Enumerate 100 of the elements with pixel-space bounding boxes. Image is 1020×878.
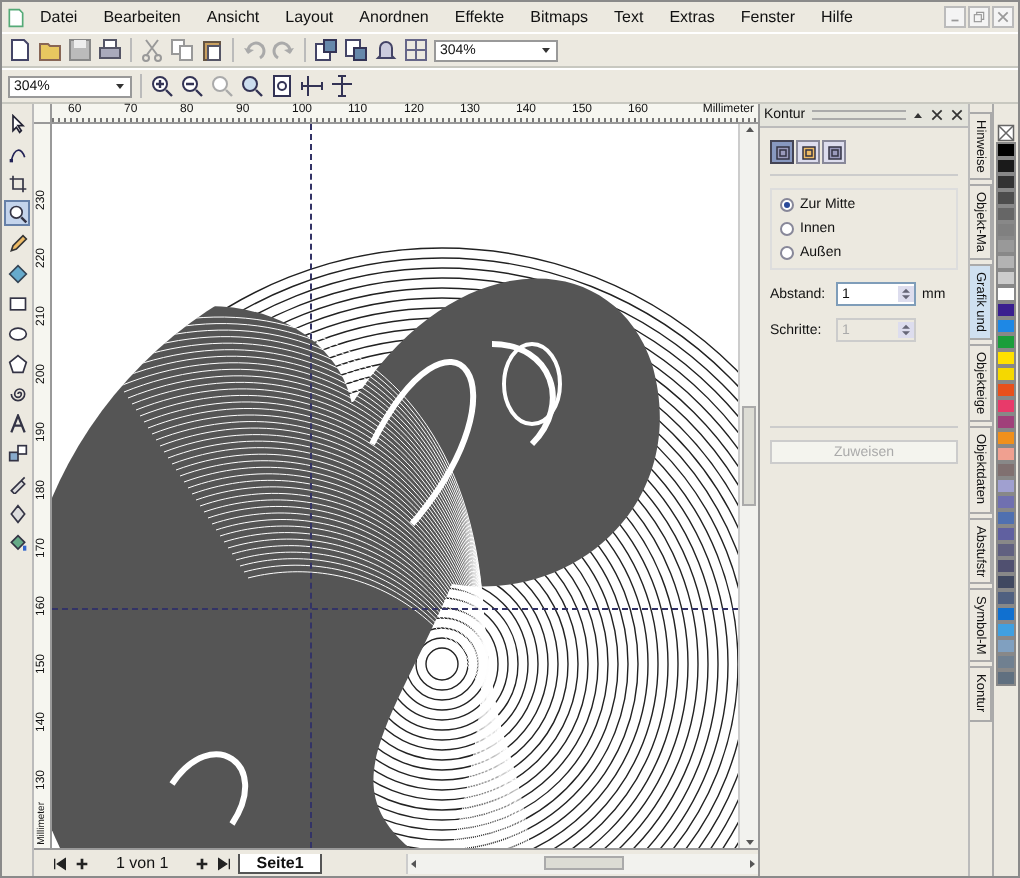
close-button[interactable]: [992, 6, 1014, 28]
previous-page-icon[interactable]: [74, 855, 90, 871]
scissors-icon[interactable]: [140, 38, 164, 62]
close-icon[interactable]: [950, 108, 964, 122]
contour-mode-button[interactable]: [770, 140, 794, 164]
color-swatch[interactable]: [996, 654, 1016, 670]
pointer-icon: [7, 113, 27, 133]
color-swatch[interactable]: [996, 430, 1016, 446]
color-swatch[interactable]: [996, 462, 1016, 478]
guideline[interactable]: [52, 608, 738, 610]
color-swatch[interactable]: [996, 510, 1016, 526]
ellipse-icon: [7, 323, 27, 343]
restore-button[interactable]: [968, 6, 990, 28]
color-swatch[interactable]: [996, 558, 1016, 574]
clipboard-icon[interactable]: [200, 38, 224, 62]
scrollbar-thumb[interactable]: [543, 856, 623, 870]
color-swatch[interactable]: [996, 542, 1016, 558]
last-page-icon[interactable]: [216, 855, 233, 871]
radio-button[interactable]: [780, 198, 794, 212]
scroll-right-icon[interactable]: [746, 857, 758, 869]
color-swatch[interactable]: [996, 318, 1016, 334]
color-swatch[interactable]: [996, 142, 1016, 158]
color-swatch[interactable]: [996, 670, 1016, 686]
menu-item[interactable]: Ansicht: [194, 8, 272, 26]
tool-button[interactable]: [4, 530, 30, 556]
color-swatch[interactable]: [996, 590, 1016, 606]
color-swatch[interactable]: [996, 254, 1016, 270]
color-swatch[interactable]: [996, 334, 1016, 350]
scroll-left-icon[interactable]: [408, 857, 420, 869]
menu-item[interactable]: Fenster: [728, 8, 807, 26]
tool-button[interactable]: [4, 410, 30, 436]
tool-button[interactable]: [4, 440, 30, 466]
import-icon[interactable]: [314, 38, 338, 62]
document-icon[interactable]: [6, 7, 26, 27]
zoom-all-icon[interactable]: [240, 74, 264, 98]
page-position: 1 von 1: [114, 854, 171, 872]
color-swatch[interactable]: [996, 382, 1016, 398]
menu-item[interactable]: Bitmaps: [518, 8, 601, 26]
menu-item[interactable]: Anordnen: [347, 8, 441, 26]
menu-item[interactable]: Layout: [273, 8, 346, 26]
color-swatch[interactable]: [996, 494, 1016, 510]
close-icon[interactable]: [930, 108, 944, 122]
menu-item[interactable]: Hilfe: [809, 8, 866, 26]
export-icon[interactable]: [344, 38, 368, 62]
zoom-out-icon[interactable]: [180, 74, 204, 98]
menu-item[interactable]: Extras: [657, 8, 727, 26]
color-swatch[interactable]: [996, 286, 1016, 302]
color-swatch[interactable]: [996, 174, 1016, 190]
folder-icon[interactable]: [38, 38, 62, 62]
restore-icon: [972, 10, 986, 24]
spinner-icon[interactable]: [898, 284, 914, 304]
menu-item[interactable]: Effekte: [442, 8, 517, 26]
printer-icon[interactable]: [98, 38, 122, 62]
vertical-scrollbar[interactable]: [738, 124, 758, 848]
tool-button[interactable]: [4, 200, 30, 226]
color-swatch[interactable]: [996, 366, 1016, 382]
color-swatch[interactable]: [996, 446, 1016, 462]
radio-button[interactable]: [780, 246, 794, 260]
color-swatch[interactable]: [996, 398, 1016, 414]
bell-icon[interactable]: [374, 38, 398, 62]
tool-button[interactable]: [4, 230, 30, 256]
color-swatch[interactable]: [996, 350, 1016, 366]
guideline[interactable]: [310, 124, 312, 848]
color-swatch[interactable]: [996, 414, 1016, 430]
next-page-icon[interactable]: [194, 855, 211, 871]
color-swatch[interactable]: [996, 190, 1016, 206]
color-swatch[interactable]: [996, 622, 1016, 638]
color-swatch[interactable]: [996, 478, 1016, 494]
contour-mode-button[interactable]: [822, 140, 846, 164]
tool-button[interactable]: [4, 170, 30, 196]
color-swatch[interactable]: [996, 270, 1016, 286]
tool-button[interactable]: [4, 260, 30, 286]
page-height-icon[interactable]: [330, 74, 354, 98]
menu-item[interactable]: Text: [602, 8, 656, 26]
no-color-icon[interactable]: [996, 124, 1016, 142]
radio-button[interactable]: [780, 222, 794, 236]
page-width-icon[interactable]: [300, 74, 324, 98]
menu-item[interactable]: Datei: [28, 8, 90, 26]
outside-contour-icon: [825, 143, 843, 161]
text-tool-icon: [7, 413, 27, 433]
caret-icon[interactable]: [912, 109, 924, 121]
color-swatch[interactable]: [996, 206, 1016, 222]
color-swatch[interactable]: [996, 222, 1016, 238]
horizontal-scrollbar[interactable]: [406, 853, 758, 873]
contour-mode-button[interactable]: [796, 140, 820, 164]
color-swatch[interactable]: [996, 302, 1016, 318]
color-swatch[interactable]: [996, 638, 1016, 654]
page-tab[interactable]: Seite1: [238, 853, 322, 873]
color-swatch[interactable]: [996, 158, 1016, 174]
color-swatch[interactable]: [996, 606, 1016, 622]
color-swatch[interactable]: [996, 526, 1016, 542]
zoom-in-icon[interactable]: [150, 74, 174, 98]
menu-item[interactable]: Bearbeiten: [91, 8, 193, 26]
color-swatch[interactable]: [996, 574, 1016, 590]
page-zoom-icon[interactable]: [270, 74, 294, 98]
new-document-icon[interactable]: [8, 38, 32, 62]
tool-button[interactable]: [4, 350, 30, 376]
first-page-icon[interactable]: [52, 855, 68, 871]
scrollbar-thumb[interactable]: [742, 406, 756, 506]
color-swatch[interactable]: [996, 238, 1016, 254]
